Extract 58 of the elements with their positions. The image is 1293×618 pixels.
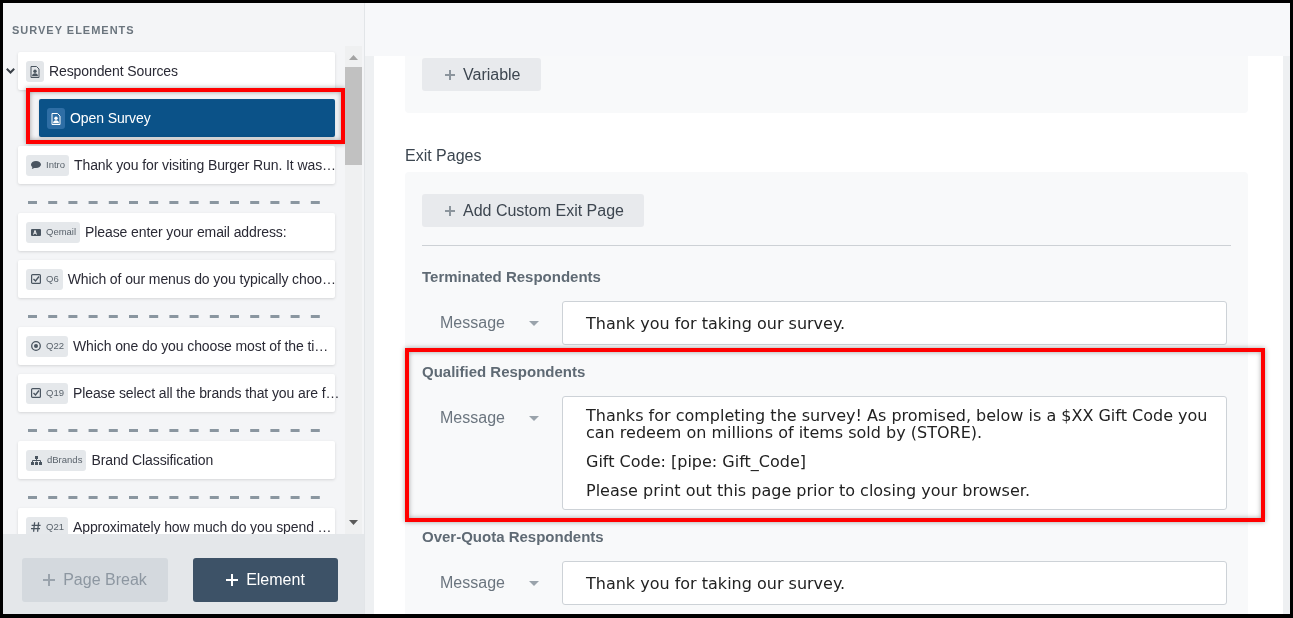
message-type-dropdown[interactable]: Message <box>440 406 539 430</box>
scrollbar-track[interactable] <box>345 46 362 534</box>
element-code: Qemail <box>46 227 77 237</box>
element-card[interactable]: Qemail Please enter your email address: <box>18 213 335 251</box>
checkbox-icon <box>31 388 41 398</box>
section-title: Over-Quota Respondents <box>422 528 605 546</box>
caret-down-icon <box>528 415 539 421</box>
caret-down-icon <box>528 580 539 586</box>
section-heading: Exit Pages <box>405 147 483 165</box>
element-code: Q21 <box>46 522 64 532</box>
element-card[interactable]: Q22 Which one do you choose most of the ti… <box>18 327 335 365</box>
plus-icon <box>226 574 239 586</box>
element-title: Thank you for visiting Burger Run. It was… <box>74 155 336 175</box>
plus-icon <box>445 205 455 216</box>
message-field[interactable]: Thanks for completing the survey! As promised, below is a $XX Gift Code you can redeem on millions of items sold by (STORE). Gift Code: [pipe: Gift_Code] Please print out this page prior to closing your browser. <box>562 396 1227 510</box>
checkbox-icon <box>31 274 41 284</box>
speech-bubble-icon <box>31 161 41 169</box>
add-element-button[interactable]: Element <box>193 558 338 602</box>
chevron-down-icon[interactable] <box>6 68 15 74</box>
user-document-icon <box>47 107 65 129</box>
scroll-down-icon[interactable] <box>349 520 358 525</box>
text-field-icon <box>31 228 41 236</box>
section-title: Terminated Respondents <box>422 268 602 286</box>
element-code: dBrands <box>47 455 83 465</box>
element-title: Respondent Sources <box>49 61 178 81</box>
scrollbar-thumb[interactable] <box>345 67 362 165</box>
message-type-dropdown[interactable]: Message <box>440 311 539 335</box>
scroll-up-icon[interactable] <box>349 55 358 60</box>
message-field[interactable]: Thank you for taking our survey. <box>562 561 1227 605</box>
message-field[interactable]: Thank you for taking our survey. <box>562 301 1227 345</box>
element-title: Approximately how much do you spend … <box>72 517 332 534</box>
sidebar-title: SURVEY ELEMENTS <box>12 23 135 39</box>
element-card[interactable]: Q6 Which of our menus do you typically choo… <box>18 260 335 298</box>
add-exit-page-button[interactable]: Add Custom Exit Page <box>422 194 644 227</box>
section-title: Qualified Respondents <box>422 363 587 381</box>
element-title: Which of our menus do you typically choo… <box>67 269 336 289</box>
element-code: Intro <box>46 160 65 170</box>
hash-icon <box>31 522 41 532</box>
element-code: Q6 <box>46 274 59 284</box>
element-code: Q19 <box>46 388 64 398</box>
element-card[interactable]: dBrands Brand Classification <box>18 441 335 479</box>
add-variable-button[interactable]: Variable <box>422 58 541 91</box>
element-code: Q22 <box>46 341 64 351</box>
element-title: Please enter your email address: <box>85 222 287 242</box>
user-document-icon <box>26 60 44 82</box>
radio-button-icon <box>31 341 41 351</box>
plus-icon <box>43 574 56 586</box>
plus-icon <box>445 69 455 80</box>
element-card[interactable]: Q21 Approximately how much do you spend … <box>18 508 335 534</box>
caret-down-icon <box>528 320 539 326</box>
element-title: Open Survey <box>70 108 151 128</box>
element-title: Brand Classification <box>91 450 214 470</box>
element-card[interactable]: Intro Thank you for visiting Burger Run. It was… <box>18 146 335 184</box>
element-title: Which one do you choose most of the ti… <box>72 336 329 356</box>
message-type-dropdown[interactable]: Message <box>440 571 539 595</box>
element-card[interactable]: Open Survey <box>39 99 335 137</box>
element-card[interactable]: Respondent Sources <box>18 52 335 90</box>
hierarchy-icon <box>31 455 42 465</box>
